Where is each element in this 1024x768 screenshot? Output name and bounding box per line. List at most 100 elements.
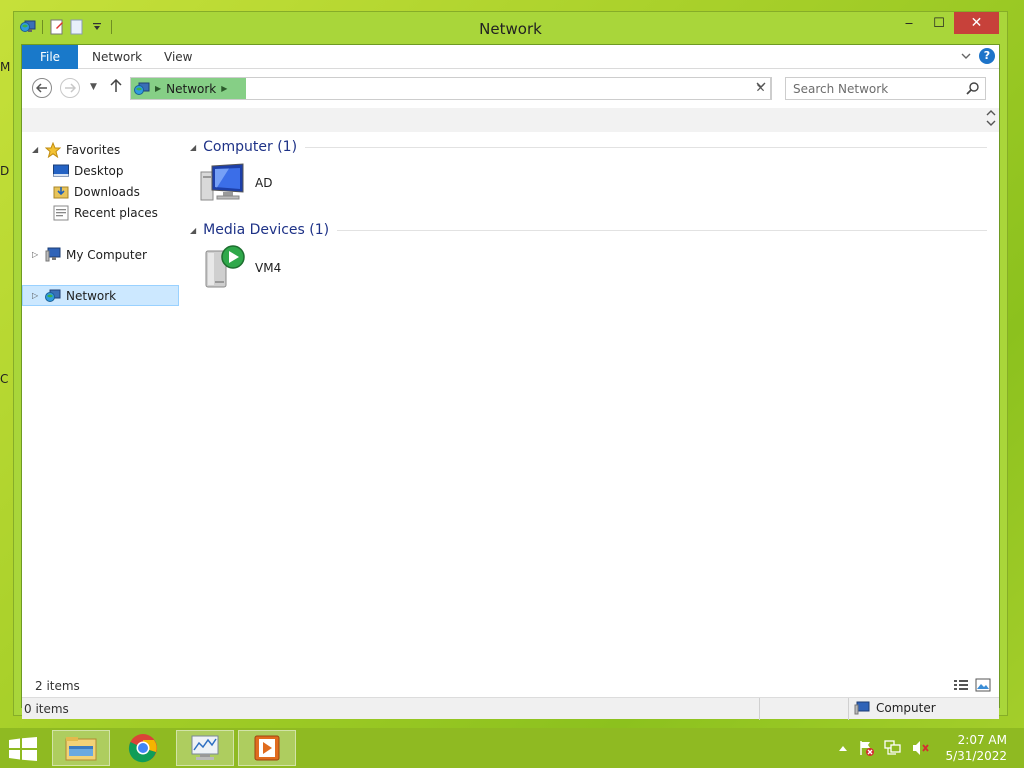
forward-arrow-icon <box>65 83 76 93</box>
ribbon-tabs: File Network View ? <box>22 45 999 69</box>
expand-ribbon-chevron-icon[interactable] <box>961 49 971 63</box>
large-icons-view-icon[interactable] <box>975 678 991 695</box>
group-title: Media Devices (1) <box>203 222 330 238</box>
back-arrow-icon <box>36 83 47 93</box>
chrome-icon <box>128 734 157 763</box>
tree-item-label: Downloads <box>74 184 140 199</box>
details-view-icon[interactable] <box>953 678 969 695</box>
tree-item-label: Recent places <box>74 205 158 220</box>
tree-item-recent-places[interactable]: Recent places <box>53 202 158 223</box>
info-bar <box>22 108 999 132</box>
status-divider <box>848 698 849 720</box>
breadcrumb-network[interactable]: Network <box>166 82 216 96</box>
view-buttons <box>953 678 991 695</box>
details-status-bar: 0 items Computer <box>22 697 999 720</box>
navigation-pane: ◢ Favorites Desktop Downloads Recent pla… <box>22 135 182 665</box>
network-icon <box>134 82 150 95</box>
volume-muted-icon[interactable] <box>912 740 930 756</box>
taskbar-chrome[interactable] <box>114 730 172 766</box>
collapse-group-icon[interactable]: ◢ <box>190 143 196 152</box>
performance-monitor-icon <box>191 735 219 760</box>
action-center-flag-icon[interactable] <box>858 740 875 756</box>
window-client-area: File Network View ? ▼ ▶ Network ▶ ✕ Sear… <box>21 44 1000 720</box>
network-item-vm4[interactable]: VM4 <box>201 245 281 291</box>
window-title: Network <box>479 20 542 38</box>
tree-item-downloads[interactable]: Downloads <box>53 181 140 202</box>
search-box[interactable] <box>785 77 986 100</box>
tree-item-desktop[interactable]: Desktop <box>53 160 124 181</box>
content-pane: ◢ Computer (1) AD ◢ Media Devices (1) VM… <box>187 135 992 665</box>
tab-network[interactable]: Network <box>92 45 142 69</box>
computer-icon <box>854 701 870 715</box>
computer-icon <box>45 247 61 261</box>
taskbar-media-app[interactable] <box>238 730 296 766</box>
taskbar-file-explorer[interactable] <box>52 730 110 766</box>
tab-view[interactable]: View <box>164 45 192 69</box>
group-header-media-devices[interactable]: ◢ Media Devices (1) <box>187 220 987 240</box>
taskbar-performance-monitor[interactable] <box>176 730 234 766</box>
network-item-ad[interactable]: AD <box>199 162 272 204</box>
search-icon[interactable] <box>966 81 980 98</box>
computer-monitor-icon <box>200 163 244 201</box>
item-count: 2 items <box>35 679 80 693</box>
address-breadcrumb[interactable]: ▶ Network ▶ <box>131 78 246 99</box>
show-hidden-icons-icon[interactable] <box>838 744 848 752</box>
tree-item-my-computer[interactable]: ▷ My Computer <box>32 244 147 265</box>
forward-button[interactable] <box>60 78 80 98</box>
zone-indicator: Computer <box>854 701 936 715</box>
search-input[interactable] <box>786 78 961 99</box>
status-bar: 2 items <box>22 675 999 697</box>
tree-item-favorites[interactable]: ◢ Favorites <box>32 139 120 160</box>
zone-label: Computer <box>876 701 936 715</box>
desktop-icon-label-fragment: D <box>0 164 10 178</box>
group-title: Computer (1) <box>203 139 298 155</box>
up-button[interactable] <box>110 78 122 97</box>
clock-date: 5/31/2022 <box>945 749 1007 763</box>
group-divider <box>305 146 987 148</box>
collapse-group-icon[interactable]: ◢ <box>190 226 196 235</box>
tree-item-network[interactable]: ▷ Network <box>22 285 179 306</box>
group-divider <box>337 229 987 231</box>
maximize-button[interactable]: ☐ <box>924 12 954 34</box>
collapse-triangle-icon[interactable]: ◢ <box>32 145 40 154</box>
media-player-icon <box>254 735 280 761</box>
system-tray: 2:07 AM 5/31/2022 <box>833 728 1024 768</box>
close-button[interactable]: ✕ <box>954 12 999 34</box>
breadcrumb-separator-icon[interactable]: ▶ <box>155 84 161 93</box>
recent-locations-dropdown-icon[interactable]: ▼ <box>90 82 97 92</box>
status-divider <box>759 698 760 720</box>
media-device-icon <box>205 245 245 288</box>
help-icon[interactable]: ? <box>979 48 995 64</box>
system-clock[interactable]: 2:07 AM 5/31/2022 <box>945 732 1007 764</box>
title-bar[interactable]: Network ‒ ☐ ✕ <box>14 12 1007 44</box>
tree-item-label: My Computer <box>66 247 147 262</box>
desktop-icon <box>53 164 69 176</box>
network-item-label: VM4 <box>255 261 282 275</box>
expand-triangle-icon[interactable]: ▷ <box>32 250 40 259</box>
network-icon <box>45 289 61 302</box>
desktop-icon-label-fragment: M <box>0 60 11 74</box>
refresh-stop-button[interactable]: ✕ <box>750 77 772 100</box>
tab-file[interactable]: File <box>22 45 78 69</box>
tree-item-label: Network <box>66 288 117 303</box>
file-explorer-icon <box>65 737 97 761</box>
network-item-label: AD <box>255 176 273 190</box>
breadcrumb-separator-icon[interactable]: ▶ <box>221 84 227 93</box>
network-status-icon[interactable] <box>884 740 902 756</box>
minimize-button[interactable]: ‒ <box>894 12 924 34</box>
group-header-computer[interactable]: ◢ Computer (1) <box>187 137 987 157</box>
clock-time: 2:07 AM <box>957 733 1007 747</box>
navigation-bar: ▼ ▶ Network ▶ ✕ <box>22 70 999 108</box>
expand-triangle-icon[interactable]: ▷ <box>32 291 40 300</box>
tree-item-label: Favorites <box>66 142 121 157</box>
taskbar: 2:07 AM 5/31/2022 <box>0 728 1024 768</box>
ribbon-right-controls: ? <box>961 48 995 64</box>
start-button[interactable] <box>8 737 38 764</box>
explorer-window: Network ‒ ☐ ✕ File Network View ? ▼ ▶ Ne… <box>13 11 1008 720</box>
selected-count: 0 items <box>24 702 69 716</box>
address-bar[interactable]: ▶ Network ▶ <box>130 77 771 100</box>
back-button[interactable] <box>32 78 52 98</box>
windows-logo-icon <box>9 737 37 761</box>
scroll-arrows-icon[interactable] <box>986 108 996 131</box>
desktop-icon-label-fragment: C <box>0 372 9 386</box>
